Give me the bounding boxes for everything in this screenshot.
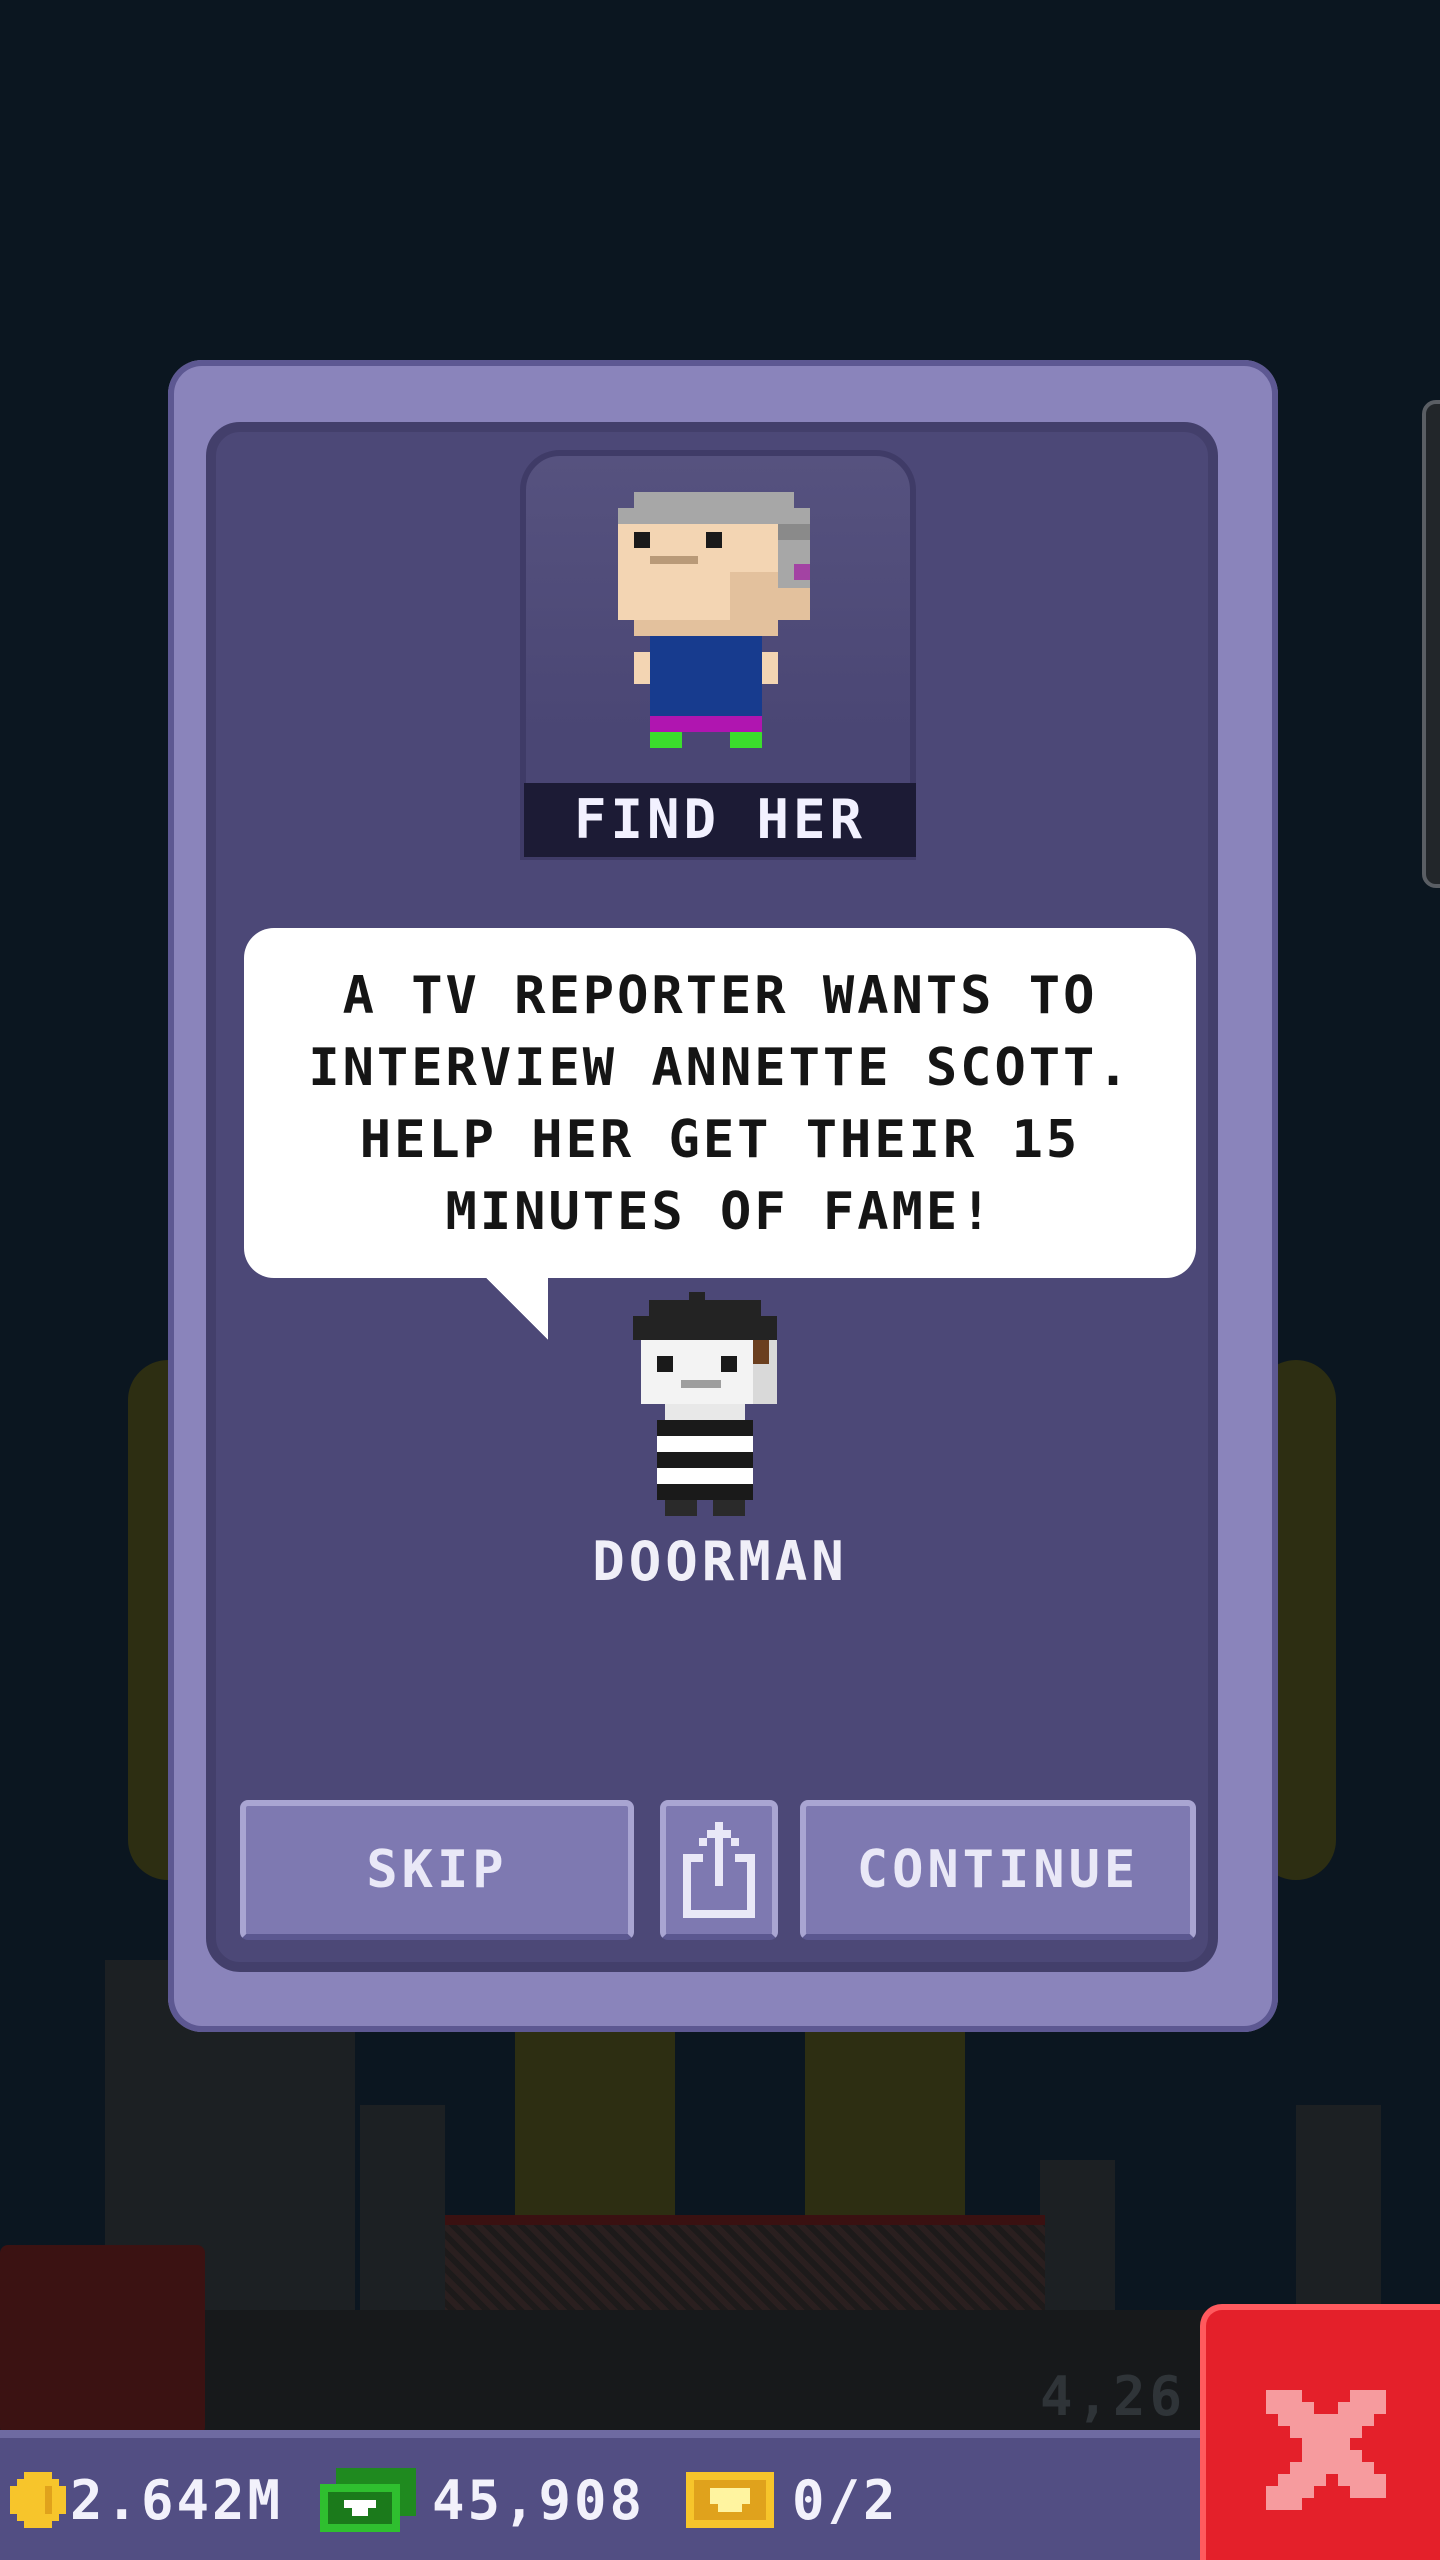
skip-button[interactable]: SKIP [240,1800,634,1940]
floor-number: 4,26 [1040,2365,1187,2428]
continue-button-label: CONTINUE [856,1840,1140,1900]
coins-value: 2.642M [70,2468,284,2532]
quest-message: A TV REPORTER WANTS TO INTERVIEW ANNETTE… [308,966,1132,1242]
doorman-sprite [633,1292,777,1516]
building-silhouette-2 [360,2105,445,2310]
elevator-control-button [0,2245,205,2435]
skip-button-label: SKIP [366,1840,508,1900]
share-button[interactable] [660,1800,778,1940]
floor-net [445,2215,1045,2315]
building-silhouette-3 [1040,2160,1115,2310]
bux-value: 45,908 [432,2468,646,2532]
speech-bubble-tail [484,1276,548,1340]
building-silhouette-right [1296,2105,1381,2310]
quest-title: FIND HER [524,783,916,857]
tickets-display: 0/2 [686,2468,899,2532]
bux-bill-icon [320,2468,416,2532]
vip-ticket-icon [686,2472,774,2528]
annette-scott-sprite [618,492,810,748]
share-icon [683,1822,755,1918]
coins-display: 2.642M [10,2468,284,2532]
continue-button[interactable]: CONTINUE [800,1800,1196,1940]
bux-display: 45,908 [320,2468,646,2532]
coin-icon [10,2472,66,2528]
close-x-icon [1266,2390,1386,2510]
tickets-value: 0/2 [792,2468,899,2532]
close-button[interactable] [1200,2304,1440,2560]
speaker-name: DOORMAN [592,1530,848,1593]
side-tab [1422,400,1440,888]
